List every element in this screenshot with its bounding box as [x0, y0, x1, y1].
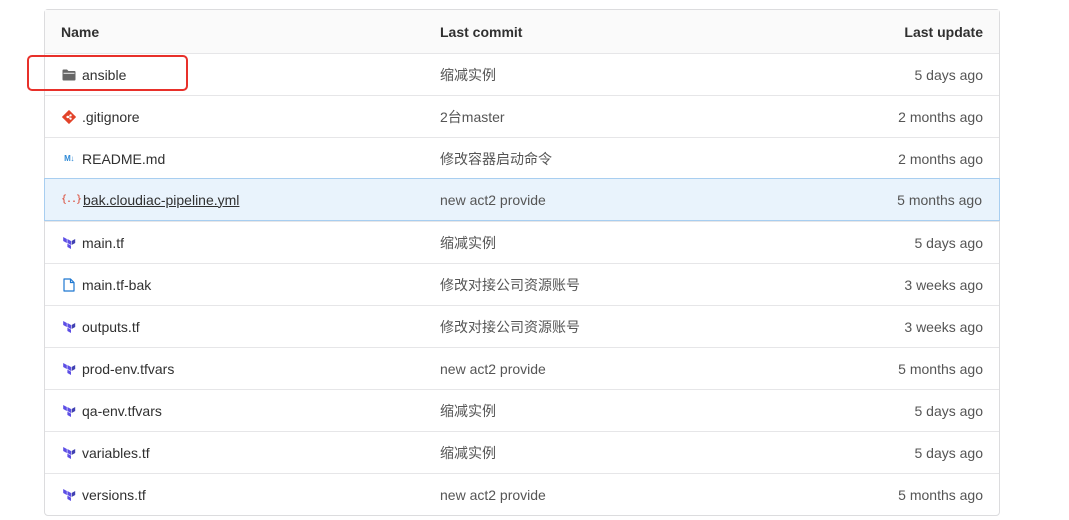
table-row-ansible[interactable]: ansible 缩减实例 5 days ago	[45, 53, 999, 95]
last-update: 5 months ago	[898, 486, 983, 503]
last-update: 5 months ago	[898, 360, 983, 377]
last-update: 5 days ago	[914, 234, 984, 251]
file-link[interactable]: ansible	[82, 67, 126, 83]
table-row-versions-tf[interactable]: versions.tf new act2 provide 5 months ag…	[45, 473, 999, 515]
commit-message[interactable]: new act2 provide	[440, 192, 740, 208]
last-update: 5 days ago	[914, 444, 984, 461]
folder-icon	[61, 67, 77, 83]
file-link[interactable]: bak.cloudiac-pipeline.yml	[83, 192, 239, 208]
file-link[interactable]: main.tf	[82, 235, 124, 251]
terraform-icon	[61, 487, 77, 503]
terraform-icon	[61, 361, 77, 377]
table-row-gitignore[interactable]: .gitignore 2台master 2 months ago	[45, 95, 999, 137]
terraform-icon	[61, 235, 77, 251]
markdown-icon: M↓	[64, 154, 74, 163]
last-update: 2 months ago	[898, 150, 983, 167]
last-update: 5 months ago	[897, 191, 982, 208]
last-update: 2 months ago	[898, 108, 983, 125]
terraform-icon	[61, 403, 77, 419]
table-row-qa-env-tfvars[interactable]: qa-env.tfvars 缩减实例 5 days ago	[45, 389, 999, 431]
repository-file-browser: Name Last commit Last update ansible 缩减实…	[0, 0, 1069, 520]
commit-message[interactable]: 2台master	[440, 107, 740, 127]
table-row-main-tf[interactable]: main.tf 缩减实例 5 days ago	[45, 221, 999, 263]
terraform-icon	[61, 445, 77, 461]
last-update: 3 weeks ago	[904, 318, 983, 335]
commit-message[interactable]: 修改容器启动命令	[440, 149, 740, 169]
file-link[interactable]: README.md	[82, 151, 165, 167]
table-row-outputs-tf[interactable]: outputs.tf 修改对接公司资源账号 3 weeks ago	[45, 305, 999, 347]
git-icon	[61, 109, 77, 125]
commit-message[interactable]: 缩减实例	[440, 65, 740, 85]
last-update: 5 days ago	[914, 402, 984, 419]
commit-message[interactable]: 修改对接公司资源账号	[440, 317, 740, 337]
commit-message[interactable]: new act2 provide	[440, 361, 740, 377]
file-link[interactable]: outputs.tf	[82, 319, 140, 335]
commit-message[interactable]: new act2 provide	[440, 487, 740, 503]
commit-message[interactable]: 修改对接公司资源账号	[440, 275, 740, 295]
file-link[interactable]: prod-env.tfvars	[82, 361, 174, 377]
terraform-icon	[61, 319, 77, 335]
file-icon	[61, 277, 77, 293]
header-last-commit: Last commit	[440, 23, 523, 40]
commit-message[interactable]: 缩减实例	[440, 401, 740, 421]
header-name: Name	[61, 23, 100, 40]
file-link[interactable]: qa-env.tfvars	[82, 403, 162, 419]
file-link[interactable]: main.tf-bak	[82, 277, 151, 293]
table-row-readme[interactable]: M↓ README.md 修改容器启动命令 2 months ago	[45, 137, 999, 179]
table-header: Name Last commit Last update	[45, 10, 999, 53]
last-update: 3 weeks ago	[904, 276, 983, 293]
table-row-pipeline-yml[interactable]: {..} bak.cloudiac-pipeline.yml new act2 …	[44, 178, 1000, 221]
file-link[interactable]: .gitignore	[82, 109, 140, 125]
file-tree-table: Name Last commit Last update ansible 缩减实…	[44, 9, 1000, 516]
file-link[interactable]: variables.tf	[82, 445, 150, 461]
table-row-prod-env-tfvars[interactable]: prod-env.tfvars new act2 provide 5 month…	[45, 347, 999, 389]
last-update: 5 days ago	[914, 66, 984, 83]
commit-message[interactable]: 缩减实例	[440, 443, 740, 463]
table-row-main-tf-bak[interactable]: main.tf-bak 修改对接公司资源账号 3 weeks ago	[45, 263, 999, 305]
file-link[interactable]: versions.tf	[82, 487, 146, 503]
table-row-variables-tf[interactable]: variables.tf 缩减实例 5 days ago	[45, 431, 999, 473]
commit-message[interactable]: 缩减实例	[440, 233, 740, 253]
header-last-update: Last update	[904, 23, 983, 40]
yaml-icon: {..}	[60, 194, 82, 205]
